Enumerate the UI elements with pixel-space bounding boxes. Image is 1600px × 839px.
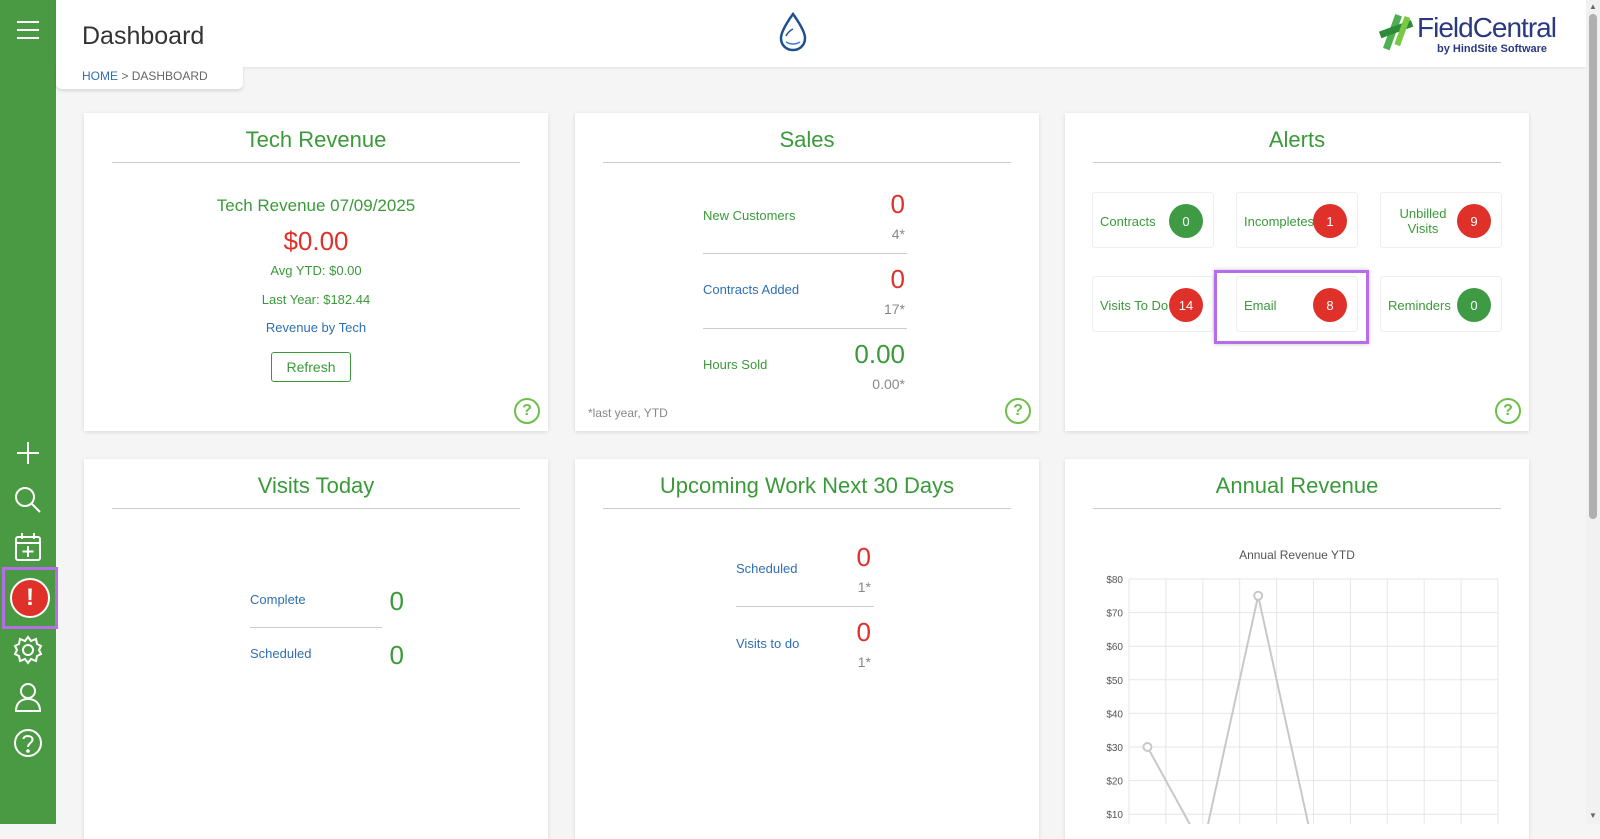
tech-revenue-amount: $0.00 — [283, 226, 349, 256]
refresh-button[interactable]: Refresh — [271, 352, 351, 382]
help-icon[interactable]: ? — [514, 398, 540, 424]
sales-row-prior: 17* — [883, 301, 905, 317]
alert-label: Contracts — [1100, 213, 1156, 229]
alert-count-badge: 0 — [1169, 204, 1203, 238]
y-tick-label: $40 — [1106, 709, 1123, 720]
scroll-up-icon[interactable]: ▲ — [1589, 3, 1597, 11]
alert-incompletes[interactable]: Incompletes 1 — [1236, 192, 1358, 248]
sidebar: ! — [0, 0, 58, 824]
last-year: Last Year: $182.44 — [261, 292, 371, 307]
scrollbar-thumb[interactable] — [1589, 14, 1597, 519]
alert-count-badge: 1 — [1313, 204, 1347, 238]
sales-row-value: 0 — [890, 189, 905, 219]
alert-reminders[interactable]: Reminders 0 — [1380, 276, 1502, 332]
card-title: Tech Revenue — [112, 127, 520, 163]
tech-revenue-date: Tech Revenue 07/09/2025 — [216, 196, 416, 215]
annual-revenue-card: Annual Revenue Annual Revenue YTD $80 $70… — [1065, 459, 1529, 839]
tech-revenue-card: Tech Revenue Tech Revenue 07/09/2025 $0.… — [84, 113, 548, 431]
search-icon[interactable] — [0, 480, 56, 520]
alert-count-badge: 9 — [1457, 204, 1491, 238]
sales-footnote: *last year, YTD — [588, 406, 668, 420]
breadcrumb-current: DASHBOARD — [131, 69, 208, 83]
contracts-added-link[interactable]: Contracts Added — [703, 282, 799, 297]
y-tick-label: $30 — [1106, 743, 1123, 754]
alert-contracts[interactable]: Contracts 0 — [1092, 192, 1214, 248]
alert-badge: ! — [10, 578, 50, 618]
help-icon[interactable] — [0, 723, 56, 763]
chart-title: Annual Revenue YTD — [1239, 548, 1355, 562]
data-point[interactable] — [1142, 742, 1153, 752]
alert-label: Visits To Do — [1100, 297, 1169, 313]
alert-count-badge: 14 — [1169, 288, 1203, 322]
card-title: Visits Today — [112, 473, 520, 509]
visits-today-card: Visits Today Complete 0 Scheduled 0 — [84, 459, 548, 839]
alert-label: Incompletes — [1244, 213, 1315, 229]
card-title: Alerts — [1093, 127, 1501, 163]
breadcrumb-home-link[interactable]: HOME — [82, 69, 118, 83]
user-icon[interactable] — [0, 677, 56, 717]
sales-row-value: 0.00 — [854, 339, 905, 369]
breadcrumb-separator: > — [118, 69, 132, 83]
card-title: Upcoming Work Next 30 Days — [603, 473, 1011, 509]
alert-icon[interactable]: ! — [2, 567, 58, 629]
y-tick-label: $50 — [1106, 676, 1123, 687]
visits-row-value: 0 — [389, 640, 404, 670]
upcoming-row-value: 0 — [856, 617, 871, 647]
upcoming-row-prior: 1* — [857, 654, 871, 670]
visits-row-value: 0 — [389, 586, 404, 616]
page-title: Dashboard — [82, 22, 205, 50]
breadcrumb: HOME > DASHBOARD — [56, 65, 243, 89]
fieldcentral-mark-icon — [1378, 14, 1414, 51]
annual-revenue-chart: Annual Revenue YTD $80 $70 $60 $50 $40 $30 $20… — [1106, 548, 1499, 824]
revenue-by-tech-link[interactable]: Revenue by Tech — [84, 320, 548, 335]
brand-tagline: by HindSite Software — [1437, 43, 1548, 55]
calendar-add-icon[interactable] — [0, 527, 56, 567]
alert-label: Unbilled Visits — [1399, 206, 1447, 236]
upcoming-work-card: Upcoming Work Next 30 Days Scheduled 0 1… — [575, 459, 1039, 839]
y-tick-label: $10 — [1106, 810, 1123, 821]
help-icon[interactable]: ? — [1005, 398, 1031, 424]
sales-row-prior: 0.00* — [872, 376, 905, 392]
sales-row-prior: 4* — [891, 226, 905, 242]
page-scrollbar[interactable]: ▲ ▼ — [1586, 0, 1600, 824]
y-tick-label: $60 — [1106, 642, 1123, 653]
sales-row-value: 0 — [890, 264, 905, 294]
scroll-down-icon[interactable]: ▼ — [1589, 812, 1597, 820]
gear-icon[interactable] — [0, 630, 56, 670]
upcoming-row-value: 0 — [856, 542, 871, 572]
card-title: Sales — [603, 127, 1011, 163]
water-drop-logo-icon — [778, 11, 808, 57]
y-tick-label: $20 — [1106, 777, 1123, 788]
avg-ytd: Avg YTD: $0.00 — [270, 263, 362, 278]
visits-scheduled-link[interactable]: Scheduled — [250, 646, 311, 661]
alert-visits-to-do[interactable]: Visits To Do 14 — [1092, 276, 1214, 332]
upcoming-row-prior: 1* — [857, 579, 871, 595]
fieldcentral-logo: FieldCentral by HindSite Software — [1375, 10, 1557, 58]
plus-icon[interactable] — [0, 433, 56, 473]
data-point[interactable] — [1253, 590, 1264, 601]
header: Dashboard — [56, 0, 1586, 67]
visits-complete-link[interactable]: Complete — [250, 592, 306, 607]
brand-name: FieldCentral — [1417, 12, 1557, 43]
y-tick-label: $80 — [1106, 575, 1123, 586]
help-icon[interactable]: ? — [1495, 398, 1521, 424]
menu-icon[interactable] — [0, 10, 56, 50]
sales-card: Sales New Customers 0 4* Contracts Added… — [575, 113, 1039, 431]
sales-row-label: Hours Sold — [703, 357, 768, 372]
series-line — [1146, 595, 1310, 824]
alert-count-badge: 0 — [1457, 288, 1491, 322]
sales-row-label: New Customers — [703, 208, 796, 223]
alert-label: Reminders — [1388, 297, 1451, 313]
email-alert-highlight — [1214, 270, 1369, 344]
alert-unbilled-visits[interactable]: Unbilled Visits 9 — [1380, 192, 1502, 248]
y-tick-label: $70 — [1106, 609, 1123, 620]
